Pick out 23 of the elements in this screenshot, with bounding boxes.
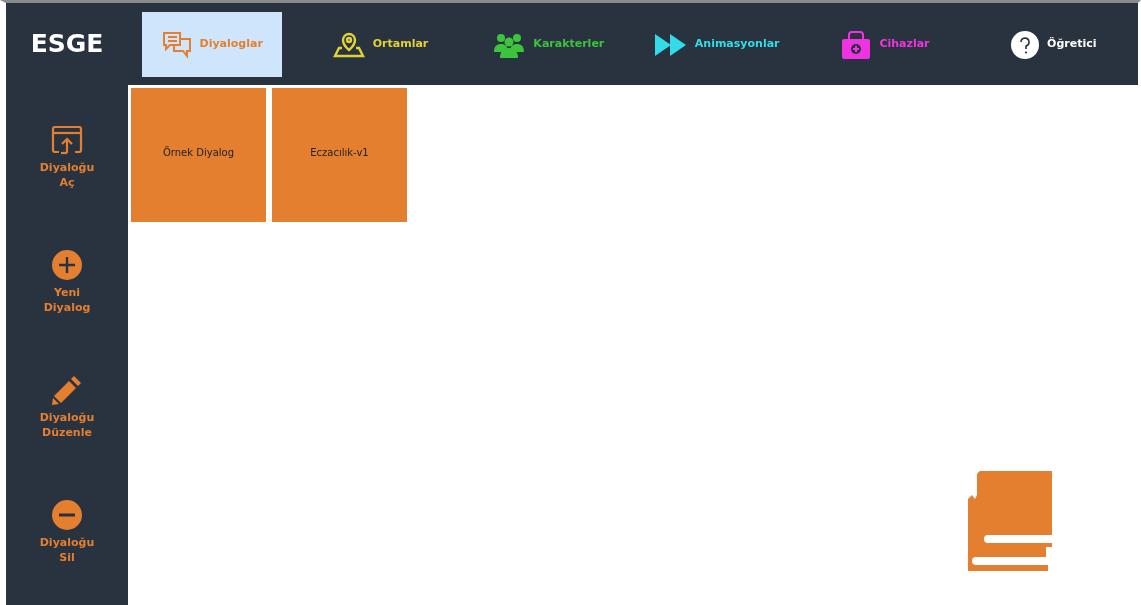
sidebar-button[interactable]: Diyaloğu Düzenle [37, 374, 97, 441]
sidebar-button[interactable]: Diyaloğu Sil [37, 499, 97, 566]
sidebar-button[interactable]: Diyaloğu Aç [37, 124, 97, 191]
plus-circle-icon [52, 249, 82, 280]
dialog-tile[interactable]: Eczacılık-v1 [272, 88, 407, 222]
nav-tab[interactable]: Cihazlar [815, 12, 956, 77]
map-pin-icon [332, 31, 365, 58]
sidebar-button[interactable]: Yeni Diyalog [37, 249, 97, 316]
chat-icon [161, 30, 192, 59]
fast-forward-icon [654, 33, 687, 56]
help-icon [1011, 30, 1040, 59]
books-icon [968, 471, 1052, 571]
minus-circle-icon [52, 499, 82, 530]
people-icon [493, 31, 526, 58]
app-logo: ESGE [29, 28, 105, 61]
nav-tab[interactable]: Öğretici [983, 12, 1124, 77]
nav-tab[interactable]: Ortamlar [310, 12, 451, 77]
nav-tab[interactable]: Animasyonlar [647, 12, 788, 77]
nav-tab[interactable]: Karakterler [478, 12, 619, 77]
pencil-icon [52, 374, 82, 405]
medical-bag-icon [841, 29, 872, 60]
dialog-tile[interactable]: Örnek Diyalog [131, 88, 266, 222]
window-upload-icon [51, 124, 83, 155]
